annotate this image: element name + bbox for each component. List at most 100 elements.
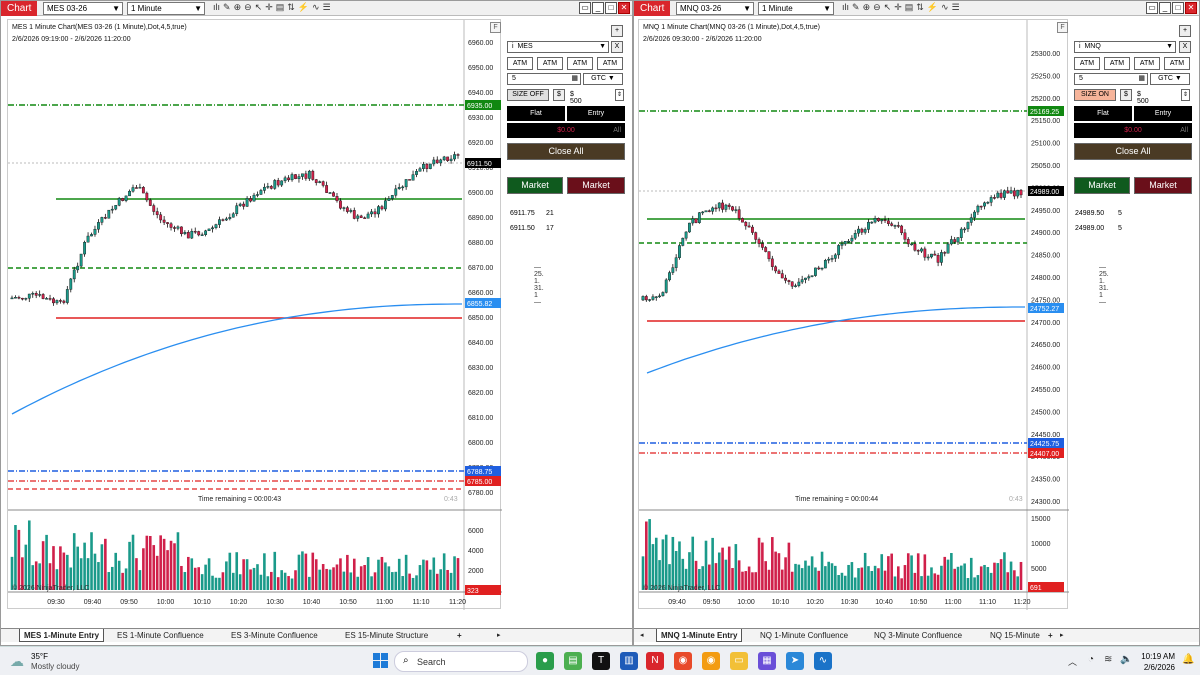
- windows-start-icon[interactable]: [372, 652, 390, 670]
- atm-button-4[interactable]: ATM: [597, 57, 623, 70]
- account-selector[interactable]: i MNQ ▼: [1074, 41, 1176, 53]
- trade-icon[interactable]: ⇅: [287, 2, 295, 15]
- market-buy-button[interactable]: Market: [1074, 177, 1130, 194]
- bar-type-icon[interactable]: ılı: [842, 2, 849, 15]
- tab-nq-1-minute-confluence[interactable]: NQ 1-Minute Confluence: [756, 629, 852, 642]
- f-button[interactable]: F: [490, 22, 501, 33]
- tab-mnq-1-minute-entry[interactable]: MNQ 1-Minute Entry: [656, 629, 743, 642]
- properties-icon[interactable]: ☰: [323, 2, 331, 15]
- weather-icon[interactable]: ☁: [10, 653, 24, 670]
- size-toggle[interactable]: SIZE OFF: [507, 89, 549, 101]
- tif-selector[interactable]: GTC ▼: [583, 73, 623, 85]
- atm-button-1[interactable]: ATM: [1074, 57, 1100, 70]
- pencil-icon[interactable]: ✎: [852, 2, 860, 15]
- file-explorer-icon[interactable]: ▭: [730, 652, 748, 670]
- strategy-icon[interactable]: ⚡: [927, 2, 938, 15]
- columns-app-icon[interactable]: ▥: [620, 652, 638, 670]
- pencil-icon[interactable]: ✎: [223, 2, 231, 15]
- properties-icon[interactable]: ☰: [952, 2, 960, 15]
- clock-time[interactable]: 10:19 AM: [1137, 652, 1175, 661]
- grid-app-icon[interactable]: ▦: [758, 652, 776, 670]
- tab-es-15-minute-structure[interactable]: ES 15-Minute Structure: [341, 629, 432, 642]
- close-icon[interactable]: ✕: [618, 2, 630, 14]
- quantity-input[interactable]: 5 ▦: [1074, 73, 1148, 85]
- notification-bell-icon[interactable]: 🔔: [1182, 654, 1194, 665]
- scroll-right-icon[interactable]: ▸: [1056, 629, 1068, 642]
- timeframe-selector[interactable]: 1 Minute ▼: [758, 2, 834, 15]
- add-tab-icon[interactable]: +: [1044, 629, 1057, 642]
- tradingview-app-icon[interactable]: T: [592, 652, 610, 670]
- wifi-icon[interactable]: ≋: [1104, 654, 1112, 665]
- trade-icon[interactable]: ⇅: [916, 2, 924, 15]
- scroll-left-icon[interactable]: ◂: [636, 629, 648, 642]
- zoom-in-icon[interactable]: ⊕: [234, 2, 242, 15]
- instrument-selector[interactable]: MNQ 03-26 ▼: [676, 2, 754, 15]
- notepad-app-icon[interactable]: ▤: [564, 652, 582, 670]
- dollar-button[interactable]: $: [553, 89, 565, 101]
- template-icon[interactable]: ▤: [276, 2, 285, 15]
- zoom-out-icon[interactable]: ⊖: [244, 2, 252, 15]
- tab-nq-3-minute-confluence[interactable]: NQ 3-Minute Confluence: [870, 629, 966, 642]
- tile-icon[interactable]: ▭: [1146, 2, 1158, 14]
- f-button[interactable]: F: [1057, 22, 1068, 33]
- maximize-icon[interactable]: □: [1172, 2, 1184, 14]
- account-selector[interactable]: i MES ▼: [507, 41, 609, 53]
- close-panel-button[interactable]: X: [611, 41, 623, 53]
- volume-icon[interactable]: 🔈: [1120, 654, 1132, 665]
- market-buy-button[interactable]: Market: [507, 177, 563, 194]
- amount-stepper[interactable]: ⇕: [615, 89, 624, 101]
- chart-app-icon[interactable]: ∿: [814, 652, 832, 670]
- pointer-icon[interactable]: ↖: [255, 2, 263, 15]
- chrome-profile-app-icon[interactable]: ◉: [674, 652, 692, 670]
- indicator-icon[interactable]: ∿: [941, 2, 949, 15]
- atm-button-4[interactable]: ATM: [1164, 57, 1190, 70]
- zoom-out-icon[interactable]: ⊖: [873, 2, 881, 15]
- zoom-in-icon[interactable]: ⊕: [863, 2, 871, 15]
- pointer-icon[interactable]: ↖: [884, 2, 892, 15]
- atm-button-2[interactable]: ATM: [1104, 57, 1130, 70]
- atm-button-2[interactable]: ATM: [537, 57, 563, 70]
- dollar-button[interactable]: $: [1120, 89, 1132, 101]
- chart-menu-button[interactable]: Chart: [1, 1, 38, 16]
- tif-selector[interactable]: GTC ▼: [1150, 73, 1190, 85]
- chrome-canary-app-icon[interactable]: ◉: [702, 652, 720, 670]
- crosshair-icon[interactable]: ✛: [265, 2, 273, 15]
- add-tab-icon[interactable]: +: [453, 629, 466, 642]
- close-all-button[interactable]: Close All: [507, 143, 625, 160]
- instrument-selector[interactable]: MES 03-26 ▼: [43, 2, 123, 15]
- chart-area[interactable]: 6960.00 6950.00 6940.00 6930.00 6920.00 6910.…: [7, 19, 502, 610]
- tab-nq-15-minute[interactable]: NQ 15-Minute: [986, 629, 1044, 642]
- timeframe-selector[interactable]: 1 Minute ▼: [127, 2, 205, 15]
- close-icon[interactable]: ✕: [1185, 2, 1197, 14]
- maximize-icon[interactable]: □: [605, 2, 617, 14]
- chrome-app-icon[interactable]: ●: [536, 652, 554, 670]
- market-sell-button[interactable]: Market: [1134, 177, 1192, 194]
- add-button[interactable]: +: [1179, 25, 1191, 37]
- atm-button-3[interactable]: ATM: [567, 57, 593, 70]
- atm-button-3[interactable]: ATM: [1134, 57, 1160, 70]
- telegram-app-icon[interactable]: ➤: [786, 652, 804, 670]
- network-icon[interactable]: ◔: [1088, 654, 1094, 665]
- chart-area[interactable]: 25300.00 25250.00 25200.00 25150.00 25100.00…: [638, 19, 1069, 610]
- close-all-button[interactable]: Close All: [1074, 143, 1192, 160]
- add-button[interactable]: +: [611, 25, 623, 37]
- market-sell-button[interactable]: Market: [567, 177, 625, 194]
- indicator-icon[interactable]: ∿: [312, 2, 320, 15]
- scroll-right-icon[interactable]: ▸: [493, 629, 505, 642]
- amount-stepper[interactable]: ⇕: [1181, 89, 1190, 101]
- chevron-up-icon[interactable]: ︿: [1068, 655, 1077, 668]
- minimize-icon[interactable]: _: [592, 2, 604, 14]
- chart-menu-button[interactable]: Chart: [634, 1, 671, 16]
- tab-es-1-minute-confluence[interactable]: ES 1-Minute Confluence: [113, 629, 208, 642]
- bar-type-icon[interactable]: ılı: [213, 2, 220, 15]
- strategy-icon[interactable]: ⚡: [298, 2, 309, 15]
- close-panel-button[interactable]: X: [1179, 41, 1191, 53]
- ninjatrader-app-icon[interactable]: N: [646, 652, 664, 670]
- clock-date[interactable]: 2/6/2026: [1137, 663, 1175, 672]
- atm-button-1[interactable]: ATM: [507, 57, 533, 70]
- quantity-input[interactable]: 5 ▦: [507, 73, 581, 85]
- tab-mes-1-minute-entry[interactable]: MES 1-Minute Entry: [19, 629, 105, 642]
- search-box[interactable]: ⌕ Search: [394, 651, 528, 672]
- minimize-icon[interactable]: _: [1159, 2, 1171, 14]
- template-icon[interactable]: ▤: [905, 2, 914, 15]
